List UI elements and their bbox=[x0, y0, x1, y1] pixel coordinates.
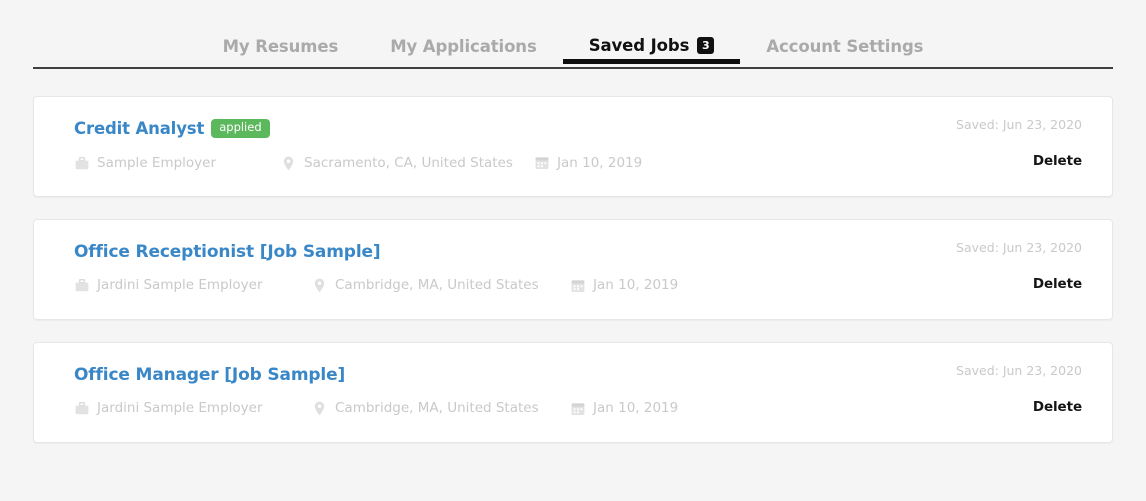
calendar-icon bbox=[570, 401, 585, 416]
tab-label: Saved Jobs bbox=[588, 36, 690, 56]
date-text: Jan 10, 2019 bbox=[557, 154, 643, 171]
location-name: Cambridge, MA, United States bbox=[335, 399, 539, 416]
tab-bar: My Resumes My Applications Saved Jobs 3 … bbox=[0, 0, 1146, 69]
saved-job-card[interactable]: Credit Analyst applied Sample Employer Sa… bbox=[33, 96, 1113, 197]
job-date: Jan 10, 2019 bbox=[570, 401, 678, 416]
tab-label: Account Settings bbox=[766, 36, 924, 56]
status-badge: applied bbox=[211, 119, 270, 138]
job-location: Cambridge, MA, United States bbox=[312, 278, 570, 293]
saved-job-card[interactable]: Office Manager [Job Sample] Jardini Samp… bbox=[33, 342, 1113, 443]
map-pin-icon bbox=[312, 401, 327, 416]
saved-date-label: Saved: Jun 23, 2020 bbox=[956, 363, 1082, 378]
job-meta-row: Jardini Sample Employer Cambridge, MA, U… bbox=[74, 401, 1082, 416]
date-text: Jan 10, 2019 bbox=[593, 399, 679, 416]
job-title-link[interactable]: Credit Analyst bbox=[74, 121, 204, 138]
job-employer: Jardini Sample Employer bbox=[74, 278, 312, 293]
job-header: Office Manager [Job Sample] bbox=[74, 365, 1082, 384]
job-employer: Sample Employer bbox=[74, 156, 281, 171]
job-title-link[interactable]: Office Manager [Job Sample] bbox=[74, 367, 345, 384]
saved-date-label: Saved: Jun 23, 2020 bbox=[956, 240, 1082, 255]
job-header: Credit Analyst applied bbox=[74, 119, 1082, 139]
job-meta-row: Sample Employer Sacramento, CA, United S… bbox=[74, 156, 1082, 171]
tab-label: My Applications bbox=[390, 36, 537, 56]
delete-button[interactable]: Delete bbox=[1033, 277, 1082, 292]
briefcase-icon bbox=[74, 156, 89, 171]
job-date: Jan 10, 2019 bbox=[570, 278, 678, 293]
job-date: Jan 10, 2019 bbox=[534, 156, 642, 171]
briefcase-icon bbox=[74, 401, 89, 416]
calendar-icon bbox=[534, 156, 549, 171]
tab-list: My Resumes My Applications Saved Jobs 3 … bbox=[33, 0, 1113, 69]
date-text: Jan 10, 2019 bbox=[593, 276, 679, 293]
tab-account-settings[interactable]: Account Settings bbox=[740, 36, 949, 70]
saved-job-card[interactable]: Office Receptionist [Job Sample] Jardini… bbox=[33, 219, 1113, 320]
tab-count-badge: 3 bbox=[697, 37, 715, 54]
tab-label: My Resumes bbox=[222, 36, 339, 56]
job-card-actions: Saved: Jun 23, 2020 Delete bbox=[956, 117, 1082, 169]
job-location: Cambridge, MA, United States bbox=[312, 401, 570, 416]
saved-date-label: Saved: Jun 23, 2020 bbox=[956, 117, 1082, 132]
job-card-actions: Saved: Jun 23, 2020 Delete bbox=[956, 240, 1082, 292]
tab-my-resumes[interactable]: My Resumes bbox=[197, 36, 365, 70]
tab-bar-divider bbox=[33, 67, 1113, 69]
location-name: Cambridge, MA, United States bbox=[335, 276, 539, 293]
job-card-actions: Saved: Jun 23, 2020 Delete bbox=[956, 363, 1082, 415]
briefcase-icon bbox=[74, 278, 89, 293]
employer-name: Jardini Sample Employer bbox=[97, 399, 263, 416]
tab-saved-jobs[interactable]: Saved Jobs 3 bbox=[562, 36, 741, 69]
location-name: Sacramento, CA, United States bbox=[304, 154, 513, 171]
delete-button[interactable]: Delete bbox=[1033, 154, 1082, 169]
tab-my-applications[interactable]: My Applications bbox=[364, 36, 563, 70]
job-header: Office Receptionist [Job Sample] bbox=[74, 242, 1082, 261]
job-location: Sacramento, CA, United States bbox=[281, 156, 534, 171]
map-pin-icon bbox=[281, 156, 296, 171]
map-pin-icon bbox=[312, 278, 327, 293]
job-title-link[interactable]: Office Receptionist [Job Sample] bbox=[74, 244, 381, 261]
employer-name: Jardini Sample Employer bbox=[97, 276, 263, 293]
job-employer: Jardini Sample Employer bbox=[74, 401, 312, 416]
employer-name: Sample Employer bbox=[97, 154, 217, 171]
delete-button[interactable]: Delete bbox=[1033, 400, 1082, 415]
job-meta-row: Jardini Sample Employer Cambridge, MA, U… bbox=[74, 278, 1082, 293]
calendar-icon bbox=[570, 278, 585, 293]
saved-jobs-list: Credit Analyst applied Sample Employer Sa… bbox=[0, 69, 1146, 443]
